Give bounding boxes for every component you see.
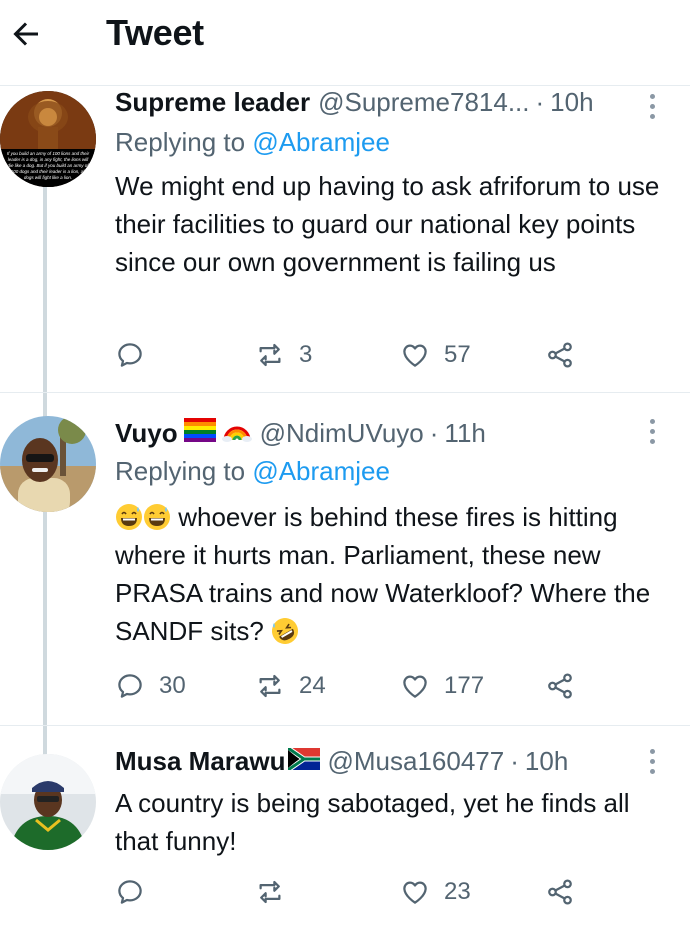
user-handle[interactable]: @NdimUVuyo <box>260 418 424 449</box>
heart-icon <box>403 675 427 698</box>
like-button[interactable]: 23 <box>400 872 471 912</box>
display-name[interactable]: Supreme leader <box>115 87 310 118</box>
reply-tweet[interactable]: If you build an army of 100 lions and th… <box>0 87 690 393</box>
replying-to: Replying to @Abramjee <box>115 127 390 158</box>
retweet-button[interactable]: 24 <box>255 666 326 706</box>
share-button[interactable] <box>545 666 575 706</box>
retweet-count: 24 <box>299 672 326 699</box>
like-button[interactable]: 177 <box>400 666 484 706</box>
page-title: Tweet <box>106 12 204 53</box>
tweet-text: A country is being sabotaged, yet he fin… <box>115 788 630 856</box>
avatar-caption: If you build an army of 100 lions and th… <box>6 151 90 180</box>
rainbow-flag-icon <box>183 418 216 442</box>
replying-to-label: Replying to <box>115 127 253 157</box>
reply-icon <box>118 880 142 904</box>
replying-to-link[interactable]: @Abramjee <box>252 456 390 486</box>
timestamp[interactable]: 11h <box>444 418 485 449</box>
avatar[interactable] <box>0 416 96 512</box>
reply-tweet[interactable]: Vuyo @NdimUVuyo · 11h Replying to @Abram… <box>0 394 690 724</box>
timestamp[interactable]: 10h <box>525 746 568 777</box>
retweet-button[interactable] <box>255 872 299 912</box>
back-button[interactable] <box>6 14 46 54</box>
avatar[interactable]: If you build an army of 100 lions and th… <box>0 91 96 187</box>
reply-button[interactable] <box>115 872 159 912</box>
like-count: 177 <box>444 672 485 699</box>
user-handle[interactable]: @Supreme7814... <box>318 87 529 118</box>
top-bar: Tweet <box>0 0 690 86</box>
like-count: 57 <box>444 341 471 368</box>
timestamp[interactable]: 10h <box>550 87 593 118</box>
tweet-text: whoever is behind these fires is hitting… <box>115 498 675 650</box>
reply-icon <box>118 343 142 367</box>
replying-to-label: Replying to <box>115 456 253 486</box>
tweet-header: Vuyo @NdimUVuyo · 11h <box>115 416 650 450</box>
reply-button[interactable]: 30 <box>115 666 186 706</box>
more-options-icon[interactable] <box>642 91 662 121</box>
heart-icon <box>403 344 427 367</box>
retweet-icon <box>259 880 281 904</box>
grinning-sweat-emoji-icon <box>144 504 170 530</box>
more-options-icon[interactable] <box>642 416 662 446</box>
avatar[interactable] <box>0 754 96 850</box>
display-name[interactable]: Vuyo <box>115 418 178 449</box>
share-icon <box>548 879 572 905</box>
tweet-actions: 23 <box>115 872 615 912</box>
separator-dot: · <box>429 418 439 448</box>
separator-dot: · <box>510 746 519 776</box>
more-options-icon[interactable] <box>642 746 662 776</box>
reply-button[interactable] <box>115 335 159 375</box>
reply-icon <box>118 674 142 698</box>
tweet-actions: 30 24 177 <box>115 666 615 706</box>
replying-to-link[interactable]: @Abramjee <box>252 127 390 157</box>
retweet-count: 3 <box>299 341 313 368</box>
retweet-icon <box>259 343 281 367</box>
retweet-icon <box>259 674 281 698</box>
reply-count: 30 <box>159 672 186 699</box>
arrow-left-icon <box>13 22 38 46</box>
display-name[interactable]: Musa Marawu <box>115 746 286 777</box>
reply-tweet[interactable]: Musa Marawu @Musa160477 · 10h A country … <box>0 725 690 930</box>
tweet-text-main: whoever is behind these fires is hitting… <box>115 502 651 646</box>
user-handle[interactable]: @Musa160477 <box>328 746 505 777</box>
share-icon <box>548 342 572 368</box>
heart-icon <box>403 881 427 904</box>
rainbow-icon <box>221 426 252 442</box>
rofl-emoji-icon <box>272 618 299 644</box>
share-button[interactable] <box>545 872 575 912</box>
share-icon <box>548 673 572 699</box>
tweet-actions: 3 57 <box>115 335 615 375</box>
share-button[interactable] <box>545 335 575 375</box>
retweet-button[interactable]: 3 <box>255 335 312 375</box>
tweet-text: We might end up having to ask afriforum … <box>115 171 660 277</box>
like-count: 23 <box>444 878 471 905</box>
replying-to: Replying to @Abramjee <box>115 456 390 487</box>
south-africa-flag-icon <box>287 748 320 770</box>
tweet-header: Musa Marawu @Musa160477 · 10h <box>115 746 650 780</box>
grinning-sweat-emoji-icon <box>116 504 142 530</box>
separator-dot: · <box>535 87 545 117</box>
tweet-header: Supreme leader @Supreme7814... · 10h <box>115 87 650 121</box>
like-button[interactable]: 57 <box>400 335 471 375</box>
